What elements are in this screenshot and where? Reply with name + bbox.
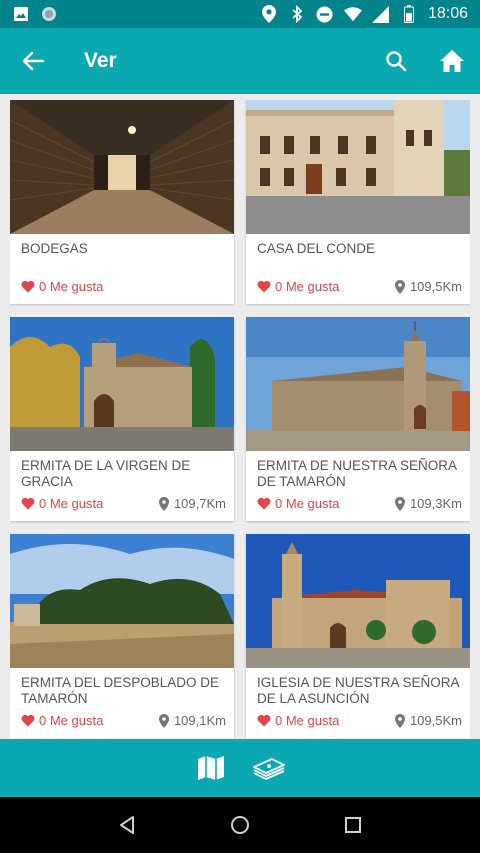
- heart-icon: [21, 280, 35, 293]
- like-count: 0 Me gusta: [39, 279, 104, 294]
- stack-icon: [253, 758, 285, 780]
- like-button[interactable]: 0 Me gusta: [257, 279, 339, 294]
- places-grid: BODEGAS 0 Me gusta CASA DEL CONDE 0 Me g…: [10, 100, 470, 738]
- map-button[interactable]: [193, 750, 229, 786]
- like-count: 0 Me gusta: [39, 713, 104, 728]
- location-icon: [260, 5, 278, 23]
- like-button[interactable]: 0 Me gusta: [257, 713, 339, 728]
- place-name: BODEGAS: [21, 241, 88, 256]
- nav-recents-button[interactable]: [329, 801, 377, 849]
- location-pin-icon: [394, 713, 405, 728]
- arrow-back-icon: [22, 51, 44, 71]
- place-meta: 0 Me gusta 109,5Km: [257, 279, 462, 294]
- like-button[interactable]: 0 Me gusta: [257, 496, 339, 511]
- home-button[interactable]: [424, 28, 480, 94]
- heart-icon: [21, 714, 35, 727]
- like-count: 0 Me gusta: [275, 496, 340, 511]
- like-button[interactable]: 0 Me gusta: [21, 713, 103, 728]
- clock: 18:06: [427, 5, 468, 22]
- place-meta: 0 Me gusta 109,5Km: [257, 713, 462, 728]
- image-notification-icon: [12, 5, 30, 23]
- circle-home-icon: [230, 816, 249, 834]
- place-photo: [246, 534, 470, 668]
- status-bar: 18:06: [0, 0, 480, 28]
- place-card[interactable]: ERMITA DE NUESTRA SEÑORA DE TAMARÓN 0 Me…: [246, 317, 470, 521]
- location-pin-icon: [394, 496, 405, 511]
- place-card[interactable]: IGLESIA DE NUESTRA SEÑORA DE LA ASUNCIÓN…: [246, 534, 470, 738]
- place-name: CASA DEL CONDE: [257, 241, 376, 256]
- place-name: ERMITA DE NUESTRA SEÑORA DE TAMARÓN: [257, 458, 457, 489]
- place-meta: 0 Me gusta 109,1Km: [21, 713, 226, 728]
- place-meta: 0 Me gusta 109,3Km: [257, 496, 462, 511]
- heart-icon: [21, 497, 35, 510]
- search-icon: [386, 51, 407, 72]
- heart-icon: [257, 280, 271, 293]
- place-photo: [246, 100, 470, 234]
- place-name: ERMITA DE LA VIRGEN DE GRACIA: [21, 458, 191, 489]
- battery-icon: [400, 5, 418, 23]
- signal-icon: [372, 5, 390, 23]
- app-notification-icon: [40, 5, 58, 23]
- square-recents-icon: [345, 817, 362, 833]
- like-button[interactable]: 0 Me gusta: [21, 279, 103, 294]
- distance-value: 109,3Km: [409, 496, 462, 511]
- place-photo: [246, 317, 470, 451]
- distance-value: 109,1Km: [173, 713, 226, 728]
- place-photo: [10, 317, 234, 451]
- nav-home-button[interactable]: [216, 801, 264, 849]
- nav-back-button[interactable]: [103, 801, 151, 849]
- location-pin-icon: [394, 279, 405, 294]
- place-photo: [10, 534, 234, 668]
- location-pin-icon: [158, 496, 169, 511]
- app-bar: Ver: [0, 28, 480, 94]
- home-icon: [440, 50, 464, 72]
- heart-icon: [257, 714, 271, 727]
- map-icon: [198, 756, 224, 780]
- system-nav-bar: [0, 797, 480, 853]
- place-name: ERMITA DEL DESPOBLADO DE TAMARÓN: [21, 675, 220, 706]
- distance: 109,3Km: [394, 496, 462, 511]
- distance-value: 109,5Km: [409, 713, 462, 728]
- distance: 109,5Km: [394, 713, 462, 728]
- heart-icon: [257, 497, 271, 510]
- distance-value: 109,5Km: [409, 279, 462, 294]
- bottom-bar: [0, 739, 480, 797]
- location-pin-icon: [158, 713, 169, 728]
- distance-value: 109,7Km: [173, 496, 226, 511]
- place-name: IGLESIA DE NUESTRA SEÑORA DE LA ASUNCIÓN: [257, 675, 459, 706]
- back-button[interactable]: [0, 28, 66, 94]
- distance: 109,1Km: [158, 713, 226, 728]
- place-card[interactable]: CASA DEL CONDE 0 Me gusta 109,5Km: [246, 100, 470, 304]
- bluetooth-icon: [288, 5, 306, 23]
- triangle-back-icon: [119, 816, 134, 834]
- place-photo: [10, 100, 234, 234]
- like-count: 0 Me gusta: [39, 496, 104, 511]
- wifi-icon: [343, 5, 362, 23]
- search-button[interactable]: [368, 28, 424, 94]
- page-title: Ver: [84, 49, 117, 72]
- place-meta: 0 Me gusta: [21, 279, 226, 294]
- list-view-button[interactable]: [251, 750, 287, 786]
- place-card[interactable]: ERMITA DE LA VIRGEN DE GRACIA 0 Me gusta…: [10, 317, 234, 521]
- do-not-disturb-icon: [316, 5, 334, 23]
- like-count: 0 Me gusta: [275, 713, 340, 728]
- distance: 109,7Km: [158, 496, 226, 511]
- place-card[interactable]: ERMITA DEL DESPOBLADO DE TAMARÓN 0 Me gu…: [10, 534, 234, 738]
- like-button[interactable]: 0 Me gusta: [21, 496, 103, 511]
- place-meta: 0 Me gusta 109,7Km: [21, 496, 226, 511]
- distance: 109,5Km: [394, 279, 462, 294]
- like-count: 0 Me gusta: [275, 279, 340, 294]
- place-card[interactable]: BODEGAS 0 Me gusta: [10, 100, 234, 304]
